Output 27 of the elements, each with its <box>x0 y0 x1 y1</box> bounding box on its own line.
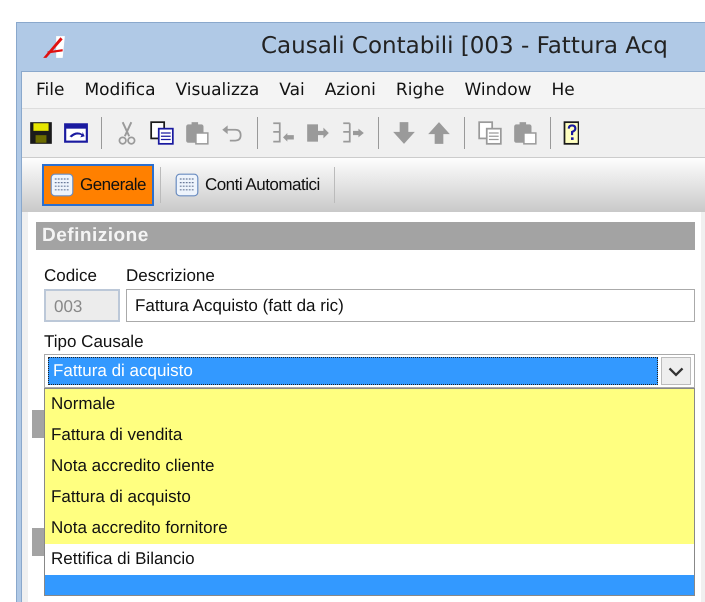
dropdown-option[interactable]: Fattura di acquisto <box>45 482 694 513</box>
dropdown-option[interactable]: Nota accredito fornitore <box>45 513 694 544</box>
help-icon[interactable] <box>563 120 579 146</box>
caret-icon <box>661 357 691 385</box>
section-header: Definizione <box>36 222 695 250</box>
tab[interactable]: Generale <box>42 164 154 206</box>
grid-icon <box>174 173 199 197</box>
dropdown-option[interactable]: Normale <box>45 389 694 420</box>
field-label: Descrizione <box>126 266 216 286</box>
menu-item[interactable]: File <box>28 76 76 104</box>
menu-item[interactable]: He <box>544 76 587 104</box>
menu-item[interactable]: Vai <box>271 76 317 104</box>
menu-item[interactable]: Window <box>456 76 544 104</box>
field-label: Tipo Causale <box>44 332 145 352</box>
dropdown-option[interactable]: Fattura di vendita <box>45 420 694 451</box>
window-title: Causali Contabili [003 - Fattura Acq <box>261 33 668 59</box>
app-logo-icon <box>41 34 67 60</box>
menu-item[interactable]: Visualizza <box>168 76 272 104</box>
tab[interactable]: Conti Automatici <box>166 164 328 206</box>
description-field[interactable]: Fattura Acquisto (fatt da ric) <box>126 289 695 322</box>
menu-item[interactable]: Modifica <box>76 76 168 104</box>
copy-icon[interactable] <box>149 120 175 146</box>
dropdown-option[interactable]: Nota accredito cliente <box>45 451 694 482</box>
grid-icon <box>50 173 74 197</box>
menu-item[interactable]: Azioni <box>316 76 388 104</box>
menu-item[interactable]: Righe <box>388 76 456 104</box>
field-label: Codice <box>44 266 98 286</box>
